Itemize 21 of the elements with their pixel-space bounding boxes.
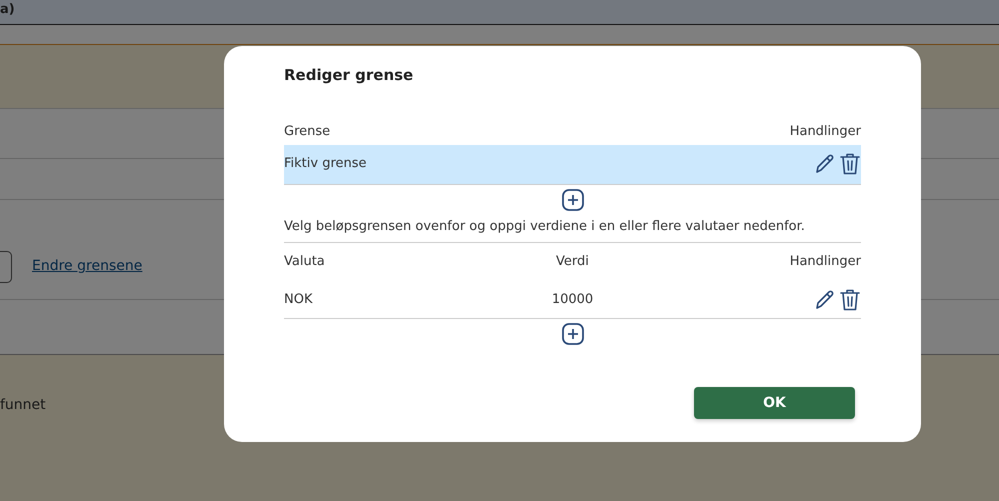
column-header: Valuta (284, 254, 325, 270)
status-text: funnet (0, 397, 46, 413)
table-cell-text: Fiktiv grense (284, 155, 367, 174)
ok-button[interactable]: OK (694, 387, 855, 419)
add-icon[interactable] (562, 323, 584, 345)
table-cell: NOK (284, 292, 312, 307)
add-icon[interactable] (562, 188, 584, 210)
column-header: Verdi (556, 254, 589, 270)
dialog-title: Rediger grense (284, 65, 414, 86)
column-header: Handlinger (790, 254, 861, 270)
column-header: Handlinger (790, 122, 861, 141)
link[interactable]: Endre grensene (32, 256, 142, 277)
table-row[interactable]: NOK 10000 (284, 281, 861, 319)
instruction-text: Velg beløpsgrensen ovenfor og oppgi verdiene i en eller flere valutaer nedenfor. (284, 214, 861, 243)
table-row[interactable]: Fiktiv grense (284, 144, 861, 184)
header-text: a) (0, 2, 15, 17)
delete-icon[interactable] (839, 152, 861, 176)
delete-icon[interactable] (838, 288, 861, 312)
table-cell: 10000 (552, 292, 594, 307)
column-header: Grense (284, 122, 330, 141)
input-field[interactable] (0, 251, 12, 283)
